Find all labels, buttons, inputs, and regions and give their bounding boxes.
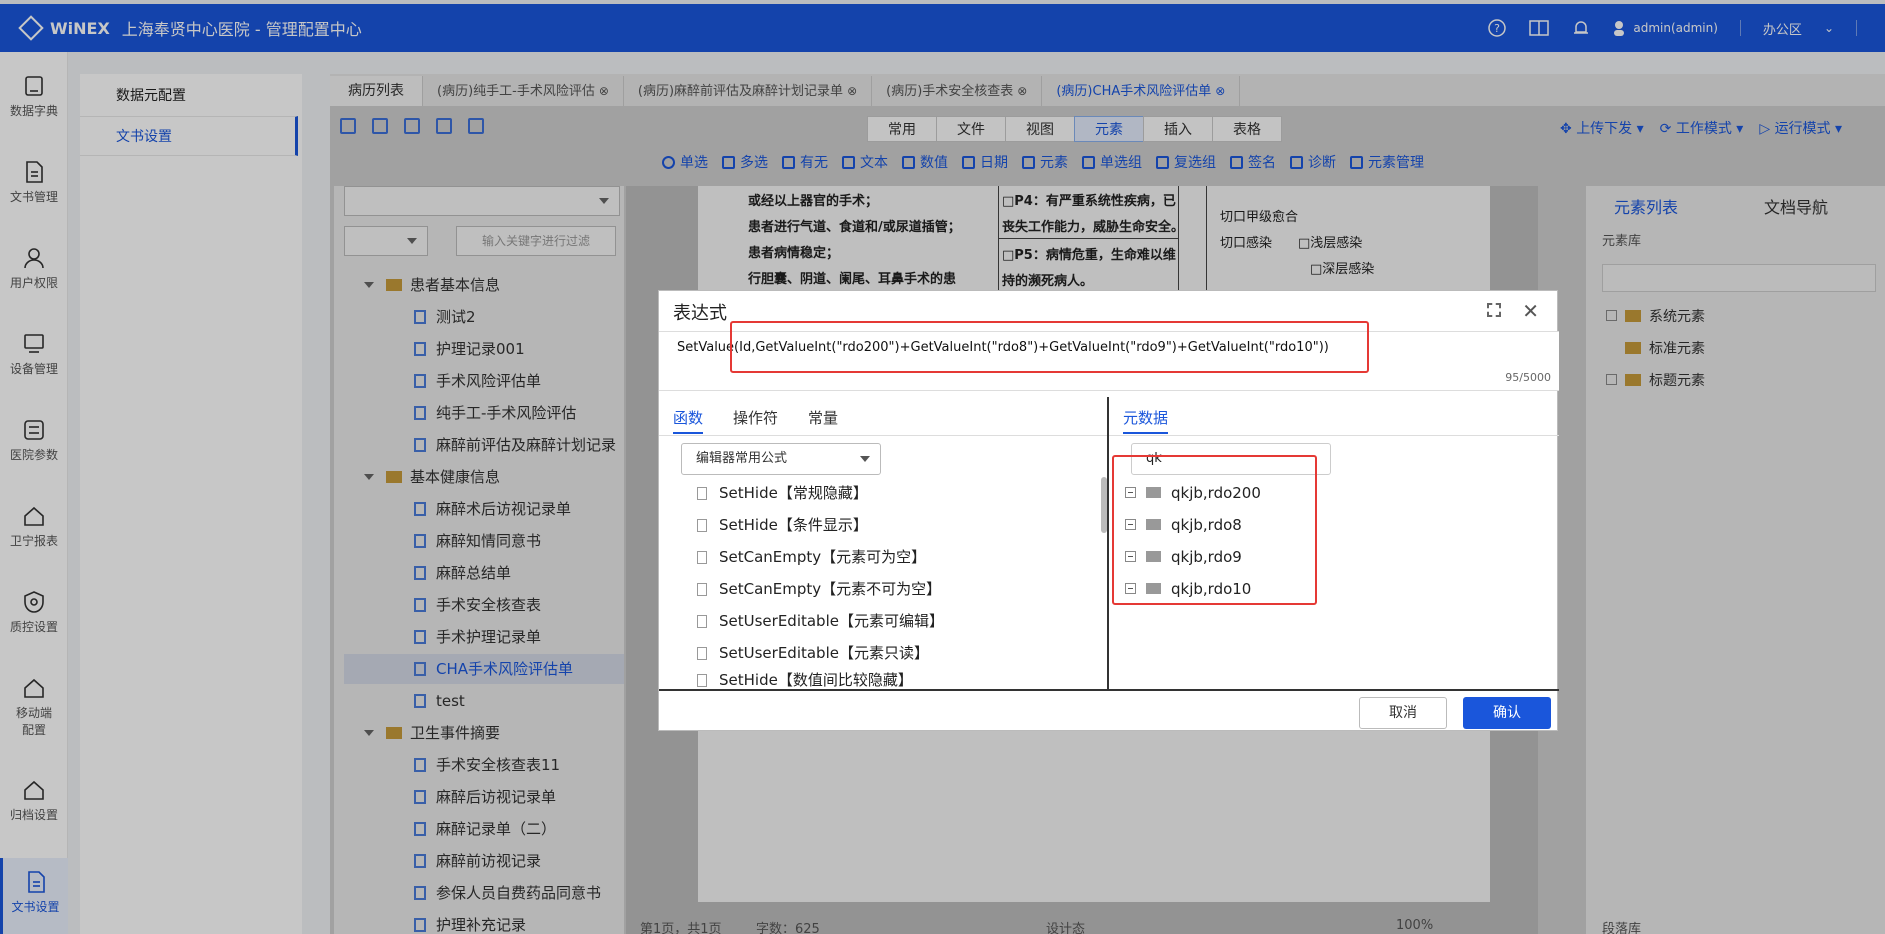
function-item[interactable]: SetHide【数值间比较隐藏】 <box>681 667 913 689</box>
formula-select[interactable]: 编辑器常用公式 <box>681 443 881 475</box>
document-icon <box>697 615 707 628</box>
tab-operators[interactable]: 操作符 <box>733 407 778 434</box>
divider <box>659 435 1107 436</box>
maximize-icon[interactable] <box>1487 303 1501 317</box>
function-item[interactable]: SetCanEmpty【元素可为空】 <box>681 541 926 573</box>
close-icon[interactable]: ✕ <box>1522 299 1539 323</box>
confirm-button[interactable]: 确认 <box>1463 697 1551 729</box>
formula-select-value: 编辑器常用公式 <box>696 451 788 466</box>
function-item[interactable]: SetHide【条件显示】 <box>681 509 868 541</box>
function-pane: 函数 操作符 常量 编辑器常用公式 SetHide【常规隐藏】 SetHide【… <box>659 397 1109 691</box>
function-item[interactable]: SetUserEditable【元素可编辑】 <box>681 605 944 637</box>
function-label: SetHide【常规隐藏】 <box>719 484 868 502</box>
document-icon <box>697 647 707 660</box>
dialog-title: 表达式 <box>673 303 727 324</box>
function-item[interactable]: SetCanEmpty【元素不可为空】 <box>681 573 941 605</box>
function-label: SetUserEditable【元素可编辑】 <box>719 612 944 630</box>
chevron-down-icon <box>860 456 870 462</box>
function-label: SetHide【条件显示】 <box>719 516 868 534</box>
tab-functions[interactable]: 函数 <box>673 407 704 434</box>
metadata-tabs: 元数据 <box>1123 407 1169 434</box>
document-icon <box>697 487 707 500</box>
function-item[interactable]: SetUserEditable【元素只读】 <box>681 637 929 669</box>
function-tabs: 函数 操作符 常量 <box>673 407 838 434</box>
function-label: SetUserEditable【元素只读】 <box>719 644 929 662</box>
document-icon <box>697 551 707 564</box>
expression-dialog: 表达式 ✕ SetValue(Id,GetValueInt("rdo200")+… <box>658 290 1559 731</box>
char-count: 95/5000 <box>1505 371 1551 384</box>
metadata-pane: 元数据 qk qkjb,rdo200 qkjb,rdo8 qkjb,rdo9 q… <box>1109 397 1559 691</box>
function-item[interactable]: SetHide【常规隐藏】 <box>681 477 868 509</box>
cancel-button[interactable]: 取消 <box>1359 697 1447 729</box>
function-label: SetCanEmpty【元素可为空】 <box>719 548 927 566</box>
highlight-box <box>730 321 1369 373</box>
document-icon <box>697 519 707 532</box>
highlight-box <box>1112 455 1317 605</box>
scrollbar[interactable] <box>1101 477 1107 533</box>
function-label: SetHide【数值间比较隐藏】 <box>719 671 913 689</box>
divider <box>1109 435 1559 436</box>
document-icon <box>697 674 707 687</box>
function-label: SetCanEmpty【元素不可为空】 <box>719 580 942 598</box>
tab-metadata[interactable]: 元数据 <box>1123 407 1169 434</box>
tab-constants[interactable]: 常量 <box>808 407 838 434</box>
document-icon <box>697 583 707 596</box>
